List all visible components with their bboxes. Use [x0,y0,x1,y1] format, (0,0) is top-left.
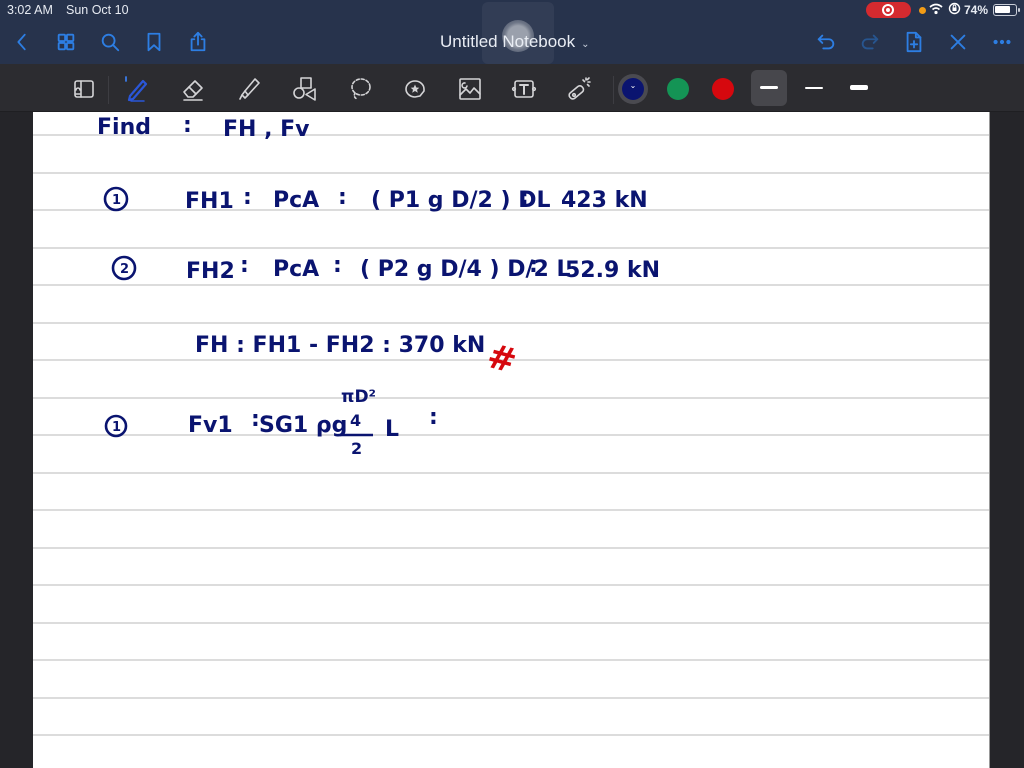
thickness-medium[interactable] [751,70,787,106]
toolbar-divider [613,76,614,104]
battery-percent: 74% [964,3,989,17]
note-fv1-label: Fv1 [188,413,233,438]
shapes-tool[interactable] [287,72,321,106]
note-equals: : [240,253,249,278]
note-colon: : [183,113,192,138]
handwriting-layer: Find : FH , Fv 1 FH1 : PcA : ( P1 g D/2 … [97,113,660,458]
note-fh1-label: FH1 [185,189,234,214]
chevron-left-icon [17,33,26,51]
close-button[interactable] [944,28,972,56]
color-swatch-red[interactable] [712,78,734,100]
add-page-icon [906,31,922,53]
back-button[interactable] [8,28,36,56]
note-fh2-expression: ( P2 g D/4 ) D/2 L [360,257,570,282]
more-button[interactable] [988,28,1016,56]
note-fh2-result: 52.9 kN [565,258,660,283]
thickness-thick[interactable] [841,70,877,106]
line-weight-icon [760,86,778,89]
highlighter-icon [239,78,260,100]
note-fraction-top: πD² [341,387,376,407]
screen-record-icon[interactable] [866,2,911,18]
line-weight-icon [850,85,868,90]
zoom-window-icon [74,80,94,98]
note-fraction-mid: 4 [350,411,361,430]
step-number: 1 [112,193,121,208]
note-equals: : [333,253,342,278]
color-swatch-navy[interactable]: ⌄ [622,78,644,100]
pen-tool[interactable] [120,72,154,106]
note-equals: : [529,253,538,278]
lasso-tool[interactable] [343,72,377,106]
bookmark-button[interactable] [140,28,168,56]
share-icon [190,31,206,52]
image-tool[interactable] [453,72,487,106]
note-find-targets: FH , Fv [223,117,310,142]
close-icon [950,34,966,50]
note-equals: : [338,185,347,210]
wifi-icon [929,3,943,18]
note-fraction-bottom: 2 [351,439,362,458]
note-fh2-label: FH2 [186,259,235,284]
step-number: 1 [112,420,121,435]
add-page-button[interactable] [900,28,928,56]
undo-icon [817,34,835,50]
notebook-page[interactable]: Find : FH , Fv 1 FH1 : PcA : ( P1 g D/2 … [33,112,990,768]
note-equals: : [429,405,438,430]
note-pca: PcA [273,188,319,213]
rotation-lock-icon [948,2,961,18]
notebook-title[interactable]: Untitled Notebook ⌄ [440,32,590,52]
answer-mark: # [483,336,521,382]
lasso-icon [351,78,371,100]
star-sticker-icon [405,80,425,98]
laser-pointer-tool[interactable] [562,72,596,106]
note-fh-total: FH : FH1 - FH2 : 370 kN [195,333,485,358]
notebook-title-text: Untitled Notebook [440,32,576,51]
bookmark-icon [147,32,161,52]
note-fv1-tail: L [385,417,399,442]
eraser-tool[interactable] [176,72,210,106]
undo-button[interactable] [812,28,840,56]
note-equals: : [243,185,252,210]
eraser-icon [183,80,203,101]
status-time: 3:02 AM [7,3,53,17]
image-icon [459,78,481,100]
chevron-down-icon: ⌄ [629,81,637,90]
zoom-window-tool[interactable] [67,72,101,106]
more-icon [993,39,1011,45]
grid-icon [57,33,75,51]
highlighter-tool[interactable] [232,72,266,106]
battery-icon [993,4,1020,16]
text-box-icon [511,80,537,98]
top-bar: 3:02 AM Sun Oct 10 74% Untitled Notebook… [0,0,1024,64]
search-icon [101,33,120,52]
pen-icon [125,76,148,102]
note-fh1-result: 423 kN [561,188,648,213]
search-button[interactable] [96,28,124,56]
thumbnails-button[interactable] [52,28,80,56]
line-weight-icon [805,87,823,89]
status-date: Sun Oct 10 [66,3,129,17]
shapes-icon [293,77,316,101]
stickers-tool[interactable] [398,72,432,106]
note-fv1-expression: SG1 ρg [259,413,347,438]
note-find-label: Find [97,115,151,140]
note-equals: : [520,185,529,210]
laser-pointer-icon [568,77,591,100]
note-pca: PcA [273,257,319,282]
redo-icon [861,34,879,50]
step-number: 2 [120,262,129,277]
tools-toolbar: ⌄ [0,64,1024,112]
chevron-down-icon: ⌄ [581,39,590,50]
redo-button[interactable] [856,28,884,56]
text-tool[interactable] [507,72,541,106]
color-swatch-green[interactable] [667,78,689,100]
toolbar-divider [108,76,109,104]
mic-indicator-dot [919,7,926,14]
share-button[interactable] [184,28,212,56]
thickness-thin[interactable] [796,70,832,106]
